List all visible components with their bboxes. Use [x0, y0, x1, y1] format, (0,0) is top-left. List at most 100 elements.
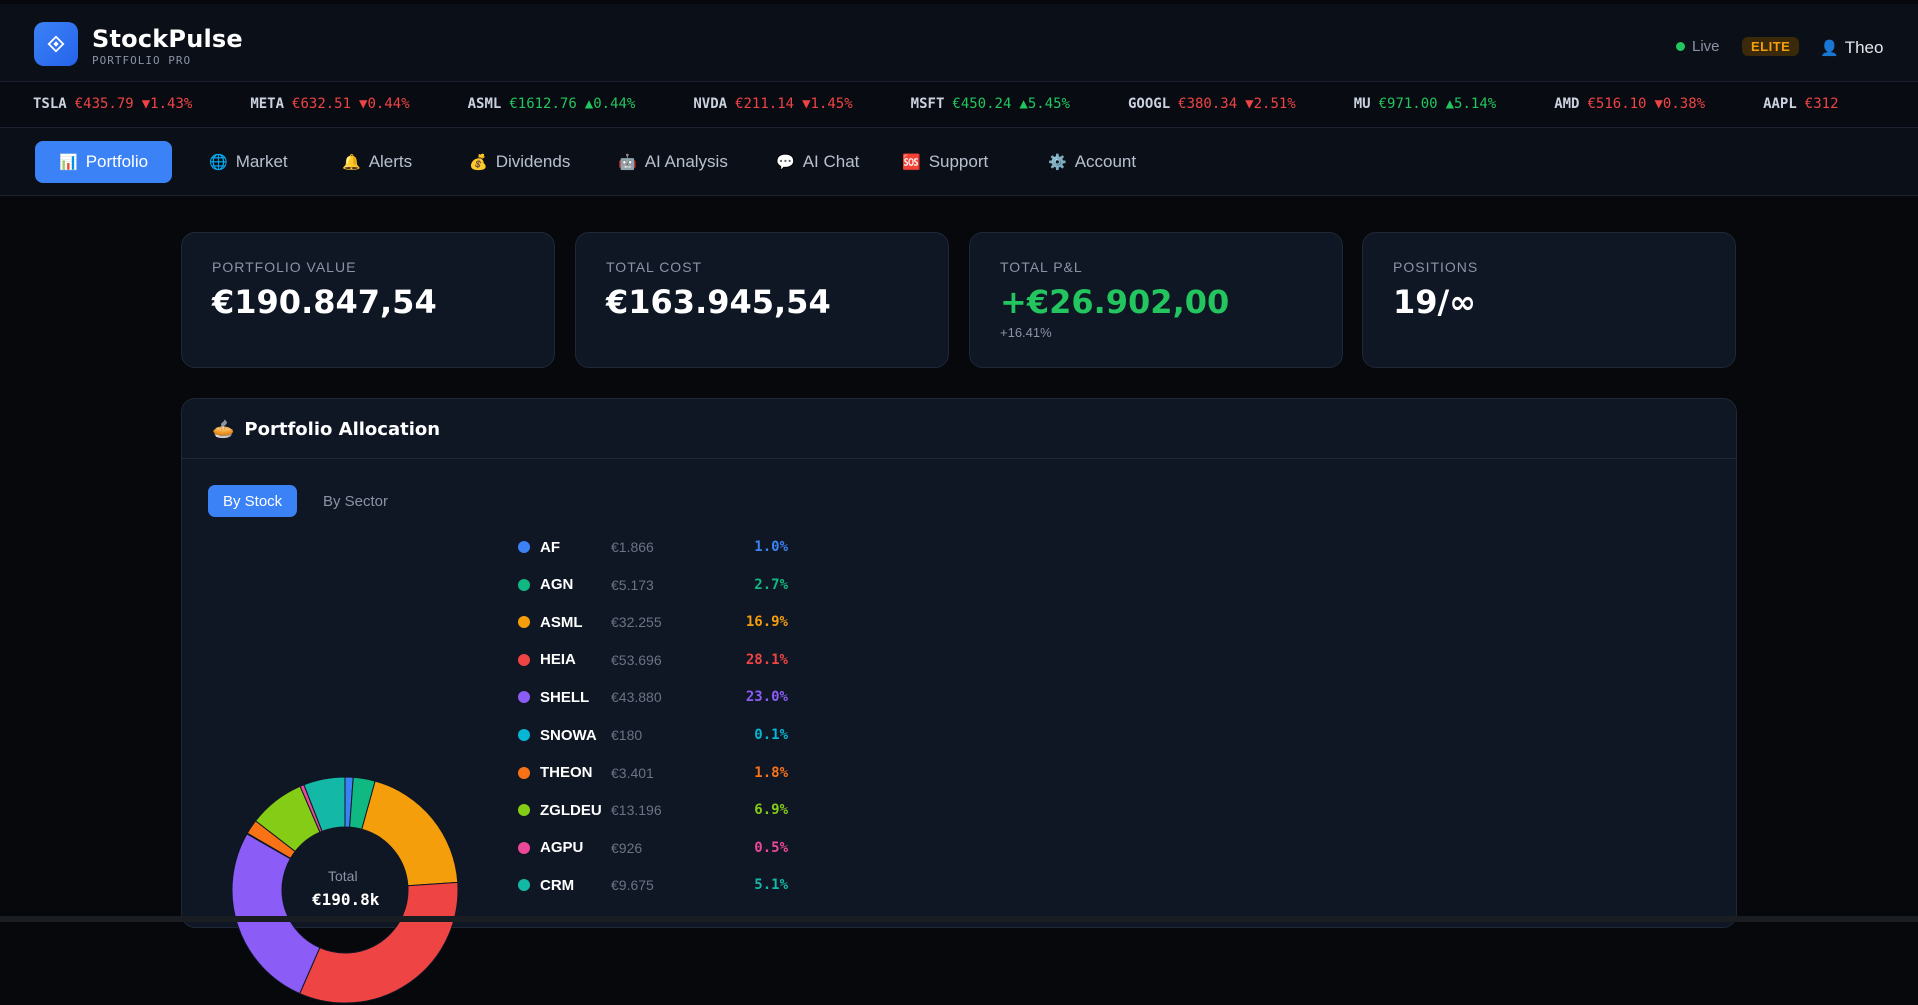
- ticker-item[interactable]: GOOGL €380.34 ▼2.51%: [1128, 96, 1296, 112]
- legend-row[interactable]: ASML €32.255 16.9%: [518, 612, 788, 632]
- ticker-symbol: AAPL: [1763, 96, 1797, 112]
- live-dot-icon: [1676, 42, 1685, 51]
- legend-percent: 0.5%: [754, 839, 788, 856]
- sos-icon: 🆘: [902, 154, 921, 171]
- legend-row[interactable]: THEON €3.401 1.8%: [518, 763, 788, 783]
- ticker-item[interactable]: MU €971.00 ▲5.14%: [1354, 96, 1496, 112]
- legend-symbol: AGPU: [540, 839, 584, 857]
- ticker-price: €1612.76: [509, 96, 577, 112]
- legend-row[interactable]: AF €1.866 1.0%: [518, 537, 788, 557]
- legend-row[interactable]: AGPU €926 0.5%: [518, 838, 788, 858]
- ticker-price: €211.14: [735, 96, 795, 112]
- stat-label: TOTAL P&L: [1000, 259, 1083, 275]
- brand-name: StockPulse: [92, 25, 243, 53]
- gear-icon: ⚙️: [1048, 154, 1067, 171]
- legend-symbol: SHELL: [540, 688, 590, 706]
- nav-tab-ai-analysis[interactable]: 🤖 AI Analysis: [594, 141, 752, 183]
- live-indicator: Live: [1676, 38, 1720, 55]
- legend-percent: 1.0%: [754, 539, 788, 555]
- live-label: Live: [1692, 38, 1720, 55]
- ticker-item[interactable]: NVDA €211.14 ▼1.45%: [693, 96, 852, 112]
- legend-percent: 2.7%: [754, 576, 788, 593]
- ticker-price: €971.00: [1378, 96, 1438, 112]
- nav-tab-ai-chat[interactable]: 💬 AI Chat: [752, 141, 883, 183]
- ticker-symbol: GOOGL: [1127, 96, 1171, 112]
- nav-tab-portfolio[interactable]: 📊 Portfolio: [35, 141, 173, 183]
- allocation-title: 🥧 Portfolio Allocation: [212, 419, 440, 440]
- ticker-item[interactable]: ASML €1612.76 ▲0.44%: [468, 96, 636, 112]
- chat-bubble-icon: 💬: [776, 154, 795, 171]
- legend-swatch: [518, 616, 530, 629]
- stat-subtext: +16.41%: [1000, 325, 1052, 340]
- legend-percent: 16.9%: [745, 614, 788, 631]
- donut-center-total: €190.8k: [312, 890, 380, 909]
- tab-by-stock[interactable]: By Stock: [208, 485, 298, 517]
- ticker-item[interactable]: MSFT €450.24 ▲5.45%: [911, 96, 1070, 112]
- legend-row[interactable]: AGN €5.173 2.7%: [518, 575, 788, 595]
- nav-tab-account[interactable]: ⚙️ Account: [1024, 141, 1160, 183]
- stat-card-portfolio-value: PORTFOLIO VALUE €190.847,54: [181, 232, 555, 368]
- ticker-change: ▼0.38%: [1654, 96, 1706, 112]
- ticker-symbol: TSLA: [33, 96, 67, 112]
- legend-row[interactable]: ZGLDEU €13.196 6.9%: [518, 800, 788, 820]
- ticker-change: ▼0.44%: [359, 96, 410, 112]
- tab-by-sector[interactable]: By Sector: [308, 485, 403, 517]
- allocation-title-text: Portfolio Allocation: [244, 419, 441, 440]
- ticker-item[interactable]: AAPL €312: [1763, 96, 1838, 112]
- ticker-symbol: AMD: [1554, 96, 1580, 112]
- legend-symbol: CRM: [540, 876, 575, 894]
- brand-subtitle: PORTFOLIO PRO: [92, 54, 192, 67]
- ticker-symbol: MSFT: [910, 96, 945, 112]
- nav-tab-label: Account: [1074, 152, 1137, 171]
- nav-tab-label: Portfolio: [85, 152, 149, 171]
- ticker-change: ▲5.45%: [1019, 96, 1070, 112]
- legend-amount: €180: [611, 727, 643, 743]
- legend-symbol: SNOWA: [540, 726, 597, 744]
- bell-icon: 🔔: [342, 154, 361, 171]
- ticker-change: ▼1.45%: [802, 96, 853, 112]
- legend-symbol: ZGLDEU: [540, 801, 602, 819]
- allocation-header: 🥧 Portfolio Allocation: [182, 399, 1736, 459]
- stat-label: PORTFOLIO VALUE: [212, 259, 357, 275]
- stat-value: +€26.902,00: [1000, 283, 1230, 321]
- ticker-change: ▼1.43%: [141, 96, 193, 112]
- nav-tab-label: Alerts: [368, 152, 413, 171]
- stock-ticker: TSLA €435.79 ▼1.43% META €632.51 ▼0.44% ASML €1…: [0, 82, 1918, 128]
- stat-label: TOTAL COST: [606, 259, 703, 275]
- tier-badge: ELITE: [1742, 37, 1800, 56]
- globe-icon: 🌐: [209, 154, 228, 171]
- robot-icon: 🤖: [618, 154, 637, 171]
- legend-row[interactable]: CRM €9.675 5.1%: [518, 875, 788, 895]
- legend-symbol: ASML: [540, 613, 583, 631]
- user-name: Theo: [1844, 38, 1884, 57]
- donut-slice-asml[interactable]: [361, 780, 459, 887]
- ticker-item[interactable]: META €632.51 ▼0.44%: [250, 96, 409, 112]
- ticker-track: TSLA €435.79 ▼1.43% META €632.51 ▼0.44% ASML €1…: [33, 96, 1839, 112]
- donut-slice-shell[interactable]: [231, 833, 321, 995]
- legend-swatch: [518, 691, 530, 704]
- stat-card-total-cost: TOTAL COST €163.945,54: [575, 232, 949, 368]
- nav-tab-alerts[interactable]: 🔔 Alerts: [318, 141, 436, 183]
- legend-percent: 6.9%: [754, 802, 788, 819]
- legend-percent: 0.1%: [754, 727, 788, 743]
- legend-swatch: [518, 879, 530, 892]
- user-menu[interactable]: 👤 Theo: [1820, 38, 1883, 58]
- stat-value: €163.945,54: [606, 283, 831, 321]
- legend-swatch: [518, 804, 530, 817]
- ticker-change: ▼2.51%: [1245, 96, 1296, 112]
- nav-tab-support[interactable]: 🆘 Support: [878, 141, 1012, 183]
- donut-center-label: Total: [328, 868, 358, 884]
- legend-row[interactable]: SNOWA €180 0.1%: [518, 725, 788, 745]
- ticker-item[interactable]: AMD €516.10 ▼0.38%: [1554, 96, 1705, 112]
- top-bar: StockPulse PORTFOLIO PRO Live ELITE 👤 Th…: [0, 4, 1918, 82]
- legend-amount: €13.196: [611, 802, 662, 819]
- ticker-price: €312: [1804, 96, 1839, 112]
- legend-row[interactable]: SHELL €43.880 23.0%: [518, 687, 788, 707]
- nav-tab-market[interactable]: 🌐 Market: [185, 141, 312, 183]
- ticker-item[interactable]: TSLA €435.79 ▼1.43%: [33, 96, 192, 112]
- nav-tab-dividends[interactable]: 💰 Dividends: [445, 141, 594, 183]
- legend-row[interactable]: HEIA €53.696 28.1%: [518, 650, 788, 670]
- logo[interactable]: [34, 22, 78, 66]
- ticker-symbol: ASML: [467, 96, 502, 112]
- stat-value: 19/∞: [1393, 283, 1476, 321]
